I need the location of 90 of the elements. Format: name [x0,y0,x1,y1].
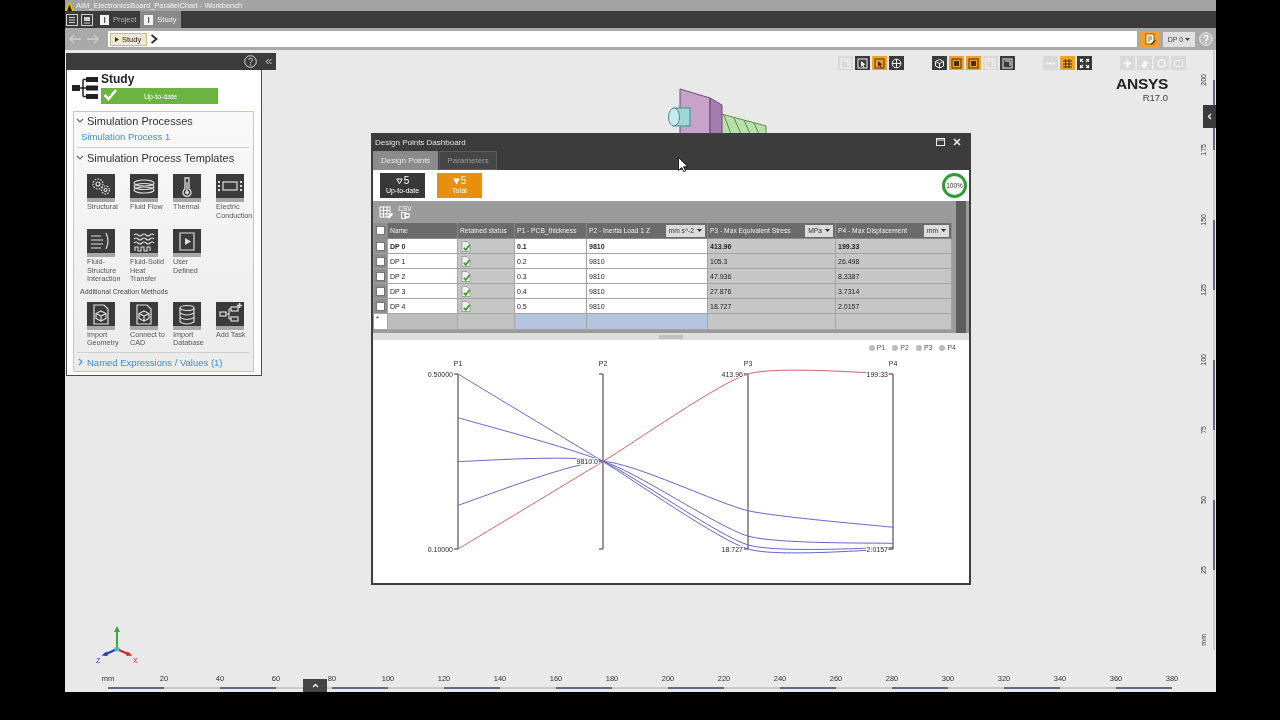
square-icon [951,57,962,69]
grid-icon [1062,57,1073,69]
tab[interactable]: Parameters [439,151,497,170]
frame-icon [1002,57,1013,69]
caret-down-icon [697,229,702,232]
caret-down-icon [1185,37,1191,41]
document-check-icon [461,240,471,252]
cube-icon [934,57,945,69]
triangle-down-icon [452,177,460,185]
database-icon [173,301,201,330]
checkbox[interactable] [376,256,385,266]
table-edit-icon[interactable] [379,205,393,219]
pointer-icon [857,57,868,69]
thermometer-icon [173,174,201,202]
close-icon[interactable] [953,138,961,146]
cube-document-icon [130,301,158,330]
toolbar-button[interactable] [966,56,981,70]
collapse-button[interactable] [1203,105,1216,128]
cube-document-icon [87,301,115,330]
flowchart-icon [216,301,244,330]
arrow-right-icon [86,34,100,44]
circuit-board-icon [216,174,244,202]
caret-down-icon [76,117,84,124]
toolbar-button[interactable] [855,56,870,70]
section-header[interactable]: Simulation Process Templates [76,150,235,165]
expand-icon [1079,57,1090,69]
tree-icon [72,76,98,100]
arrow-left-icon [68,34,82,44]
caret-down-icon [941,229,946,232]
dot-icon [939,345,946,351]
checkbox[interactable] [376,226,385,235]
crosshair-icon [891,57,902,69]
caret-down-icon [825,229,830,232]
ring-icon [1156,57,1167,69]
toolbar-button[interactable] [889,56,904,70]
check-icon [103,88,117,101]
chevron-up-icon [311,683,319,688]
document-check-icon [461,255,471,267]
splitter-handle[interactable] [659,334,683,339]
brand-version: R17.0 [1142,92,1168,103]
triangle-icon [115,36,119,42]
triangle-down-icon [395,177,403,185]
expand-button[interactable] [303,679,327,692]
panel-icon [100,14,109,25]
heat-waves-icon [130,229,158,257]
dot-icon [892,345,899,351]
scrollbar[interactable] [956,201,966,333]
document-pencil-icon [1144,33,1156,45]
panel-icon [144,14,154,25]
pointer-icon [874,57,885,69]
play-document-icon [173,229,201,257]
dialog-title: Design Points Dashboard [375,137,466,147]
dot-icon [915,345,922,351]
toolbar-button[interactable] [872,56,887,70]
edit-button[interactable] [1140,30,1160,48]
logo-icon [65,0,74,11]
panel-title: Study [101,73,135,86]
dot-icon [868,345,875,351]
document-check-icon [461,300,471,312]
maximize-icon[interactable] [936,138,945,146]
gears-icon [87,174,115,202]
toolbar-button[interactable] [1000,56,1015,70]
input-field[interactable] [515,314,587,330]
checkbox[interactable] [376,286,385,296]
toolbar-button[interactable] [1077,56,1092,70]
toolbar-button[interactable] [932,56,947,70]
flow-lines-icon [87,229,115,257]
square-icon [968,57,979,69]
axis-triad-icon [101,626,133,657]
document-check-icon [461,270,471,282]
checkbox[interactable] [376,301,385,311]
toolbar-button[interactable] [1060,56,1075,70]
caret-right-icon [78,358,83,366]
checkbox[interactable] [376,271,385,281]
plus-icon [1122,57,1133,69]
document-check-icon [461,285,471,297]
window-icon[interactable] [81,13,93,26]
caret-down-icon [76,154,84,161]
toolbar-button[interactable] [949,56,964,70]
chevron-left-icon [1207,113,1212,120]
checkbox[interactable] [376,241,385,251]
list-icon[interactable] [66,13,78,26]
brand-name: ANSYS [1116,76,1168,92]
chevron-right-icon [150,34,159,44]
double-chevron-left-icon[interactable] [265,58,272,65]
input-field[interactable] [587,314,708,330]
help-icon[interactable] [244,55,257,68]
stacked-discs-icon [130,174,158,202]
section-header[interactable]: Simulation Processes [76,113,193,128]
rounded-box-icon [1173,57,1184,69]
